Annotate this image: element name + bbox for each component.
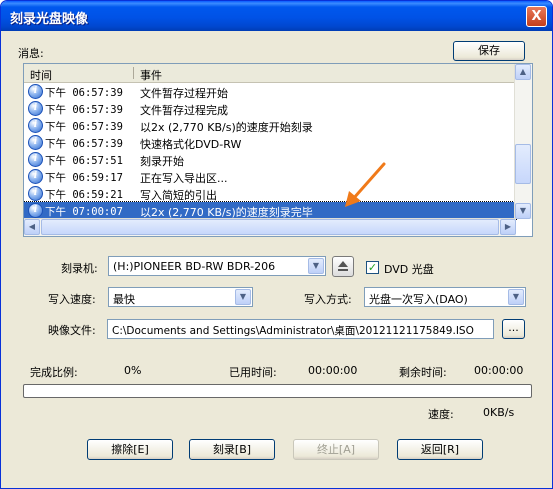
chevron-down-icon[interactable]: ▼ bbox=[235, 289, 251, 305]
message-event: 刻录开始 bbox=[140, 155, 184, 168]
erase-button[interactable]: 擦除[E] bbox=[87, 439, 173, 460]
browse-button[interactable]: ... bbox=[502, 319, 525, 339]
list-item[interactable]: i 下午 06:57:51 刻录开始 bbox=[24, 151, 516, 168]
list-item[interactable]: i 下午 06:57:39 文件暂存过程开始 bbox=[24, 83, 516, 100]
speed-status-value: 0KB/s bbox=[483, 406, 515, 419]
speed-label: 写入速度: bbox=[48, 293, 96, 306]
message-time: 下午 06:59:21 bbox=[45, 189, 123, 201]
info-icon: i bbox=[28, 186, 43, 201]
message-event: 文件暂存过程开始 bbox=[140, 87, 228, 100]
eject-icon bbox=[338, 261, 348, 267]
message-time: 下午 06:57:51 bbox=[45, 155, 123, 167]
list-item[interactable]: i 下午 06:59:21 写入简短的引出 bbox=[24, 185, 516, 202]
info-icon: i bbox=[28, 101, 43, 116]
speed-select[interactable]: 最快 ▼ bbox=[108, 287, 253, 307]
message-event: 以2x (2,770 KB/s)的速度开始刻录 bbox=[140, 121, 313, 134]
list-item[interactable]: i 下午 06:57:39 文件暂存过程完成 bbox=[24, 100, 516, 117]
image-file-field[interactable]: C:\Documents and Settings\Administrator\… bbox=[107, 319, 494, 339]
scroll-right-icon[interactable]: ▶ bbox=[500, 219, 516, 235]
close-button[interactable]: X bbox=[526, 6, 547, 27]
burn-image-dialog: 刻录光盘映像 X 消息: 保存 时间 事件 i 下午 06:57:39 文件暂存过程… bbox=[0, 0, 553, 489]
column-event[interactable]: 事件 bbox=[140, 67, 162, 83]
scroll-up-icon[interactable]: ▲ bbox=[515, 64, 531, 80]
back-button[interactable]: 返回[R] bbox=[397, 439, 483, 460]
title-bar[interactable]: 刻录光盘映像 X bbox=[1, 1, 552, 31]
scroll-down-icon[interactable]: ▼ bbox=[515, 203, 531, 219]
info-icon: i bbox=[28, 84, 43, 99]
info-icon: i bbox=[28, 203, 43, 218]
message-time: 下午 07:00:07 bbox=[45, 206, 123, 218]
message-list[interactable]: 时间 事件 i 下午 06:57:39 文件暂存过程开始 i 下午 06:57:39 文件… bbox=[23, 63, 533, 237]
progress-bar bbox=[23, 384, 532, 398]
info-icon: i bbox=[28, 169, 43, 184]
column-time[interactable]: 时间 bbox=[30, 67, 52, 83]
message-event: 快速格式化DVD-RW bbox=[140, 138, 242, 151]
list-header: 时间 事件 bbox=[24, 64, 516, 83]
mode-value: 光盘一次写入(DAO) bbox=[369, 293, 468, 306]
list-item[interactable]: i 下午 06:57:39 以2x (2,770 KB/s)的速度开始刻录 bbox=[24, 117, 516, 134]
stop-button[interactable]: 终止[A] bbox=[293, 439, 379, 460]
burn-button[interactable]: 刻录[B] bbox=[189, 439, 275, 460]
list-item[interactable]: i 下午 07:00:07 以2x (2,770 KB/s)的速度刻录完毕 bbox=[24, 201, 517, 220]
window-title: 刻录光盘映像 bbox=[10, 12, 89, 27]
info-icon: i bbox=[28, 135, 43, 150]
mode-label: 写入方式: bbox=[304, 293, 352, 306]
message-time: 下午 06:59:17 bbox=[45, 172, 123, 184]
image-file-path: C:\Documents and Settings\Administrator\… bbox=[112, 325, 474, 337]
info-icon: i bbox=[28, 118, 43, 133]
annotation-arrow-icon bbox=[345, 162, 386, 207]
save-button[interactable]: 保存 bbox=[453, 41, 525, 61]
message-time: 下午 06:57:39 bbox=[45, 104, 123, 116]
image-file-label: 映像文件: bbox=[48, 324, 96, 337]
dvd-checkbox-label: DVD 光盘 bbox=[384, 263, 434, 276]
eject-button[interactable] bbox=[332, 256, 354, 277]
message-event: 文件暂存过程完成 bbox=[140, 104, 228, 117]
message-time: 下午 06:57:39 bbox=[45, 121, 123, 133]
mode-select[interactable]: 光盘一次写入(DAO) ▼ bbox=[364, 287, 526, 307]
message-event: 正在写入导出区... bbox=[140, 172, 228, 185]
burner-value: (H:)PIONEER BD-RW BDR-206 bbox=[113, 260, 276, 273]
percent-value: 0% bbox=[124, 364, 142, 377]
message-time: 下午 06:57:39 bbox=[45, 87, 123, 99]
chevron-down-icon[interactable]: ▼ bbox=[508, 289, 524, 305]
elapsed-label: 已用时间: bbox=[229, 366, 277, 379]
elapsed-value: 00:00:00 bbox=[308, 364, 358, 377]
vertical-scroll-thumb[interactable] bbox=[515, 144, 531, 184]
info-icon: i bbox=[28, 152, 43, 167]
message-time: 下午 06:57:39 bbox=[45, 138, 123, 150]
dvd-checkbox[interactable]: ✓ bbox=[366, 261, 379, 274]
speed-value: 最快 bbox=[113, 293, 135, 306]
scroll-left-icon[interactable]: ◀ bbox=[24, 219, 40, 235]
horizontal-scrollbar[interactable]: ◀ ▶ bbox=[24, 218, 516, 236]
list-item[interactable]: i 下午 06:59:17 正在写入导出区... bbox=[24, 168, 516, 185]
percent-label: 完成比例: bbox=[30, 366, 78, 379]
list-item[interactable]: i 下午 06:57:39 快速格式化DVD-RW bbox=[24, 134, 516, 151]
remaining-label: 剩余时间: bbox=[399, 366, 447, 379]
remaining-value: 00:00:00 bbox=[474, 364, 524, 377]
chevron-down-icon[interactable]: ▼ bbox=[308, 258, 324, 274]
speed-status-label: 速度: bbox=[428, 408, 454, 421]
vertical-scrollbar[interactable]: ▲ ▼ bbox=[514, 64, 532, 219]
burner-select[interactable]: (H:)PIONEER BD-RW BDR-206 ▼ bbox=[108, 256, 326, 276]
message-event: 写入简短的引出 bbox=[140, 189, 217, 202]
horizontal-scroll-thumb[interactable] bbox=[41, 219, 499, 235]
messages-label: 消息: bbox=[18, 47, 44, 60]
burner-label: 刻录机: bbox=[61, 262, 98, 275]
